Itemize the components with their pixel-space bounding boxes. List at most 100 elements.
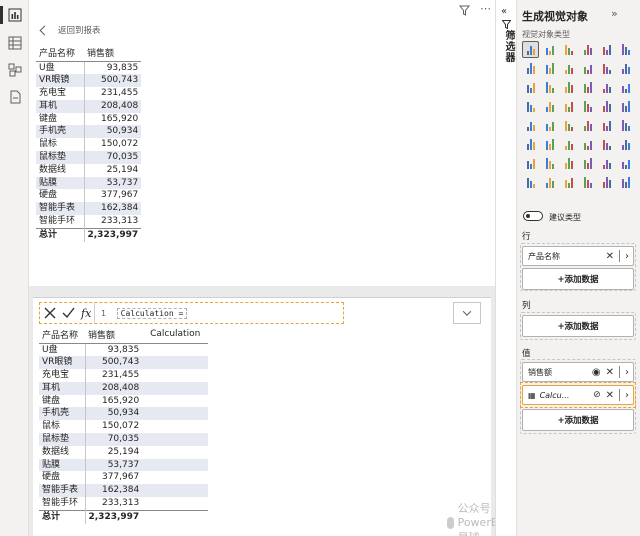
visual-type-icon[interactable] [542,61,557,76]
table-row[interactable]: 鼠标垫 70,035 [36,151,142,164]
visual-type-icon[interactable] [523,61,538,76]
formula-expand-button[interactable] [453,302,481,324]
filter-icon[interactable] [459,5,470,16]
table-row[interactable]: 耳机 208,408 [36,99,142,113]
visual-type-icon[interactable] [561,137,576,152]
back-to-report-link[interactable]: 返回到报表 [39,23,101,37]
visual-type-icon[interactable] [599,80,614,95]
add-data-button[interactable]: +添加数据 [522,268,634,290]
visual-type-icon[interactable] [523,118,538,133]
table-row[interactable]: 耳机 208,408 [39,381,209,395]
fx-icon[interactable]: fx [81,307,91,320]
table-view-icon[interactable] [8,36,22,50]
visual-type-icon[interactable] [542,80,557,95]
visual-type-icon[interactable] [561,156,576,171]
visual-type-icon[interactable] [580,175,595,190]
table-row[interactable]: 手机壳 50,934 [39,407,209,421]
table-row[interactable]: 硬盘 377,967 [36,189,141,203]
visual-type-icon[interactable] [580,118,595,133]
visual-type-icon[interactable] [618,137,633,152]
column-header[interactable]: 产品名称 [36,44,84,62]
remove-icon[interactable]: ✕ [606,251,614,262]
visual-type-icon[interactable] [542,118,557,133]
table-row[interactable]: 鼠标垫 70,035 [39,433,209,446]
visual-type-icon[interactable] [599,175,614,190]
visual-type-icon[interactable] [542,175,557,190]
table-row[interactable]: U盘 93,835 [39,343,208,357]
hidden-eye-icon[interactable]: ⊘ [593,390,601,400]
visual-type-icon[interactable] [523,156,538,171]
table-row[interactable]: 数据线 25,194 [39,445,208,459]
visual-type-icon[interactable] [580,99,595,114]
column-header[interactable]: 销售额 [85,326,143,344]
visual-type-icon[interactable] [618,80,633,95]
table-row[interactable]: 充电宝 231,455 [36,87,141,100]
visual-type-icon[interactable] [542,42,557,57]
table-row[interactable]: 贴膜 53,737 [39,458,209,472]
table-row[interactable]: U盘 93,835 [36,61,141,75]
visual-type-icon[interactable] [618,118,633,133]
table-row[interactable]: 数据线 25,194 [36,163,141,177]
visual-type-icon[interactable] [561,175,576,190]
visual-type-icon[interactable] [523,137,538,152]
visual-type-icon[interactable] [561,118,576,133]
table-row[interactable]: 鼠标 150,072 [36,138,141,152]
visual-type-icon[interactable] [618,42,633,57]
visual-type-icon[interactable] [599,156,614,171]
table-row[interactable]: 鼠标 150,072 [39,420,208,434]
table-row[interactable]: VR眼镜 500,743 [36,74,142,88]
add-data-button[interactable]: +添加数据 [522,315,634,337]
chevron-right-icon[interactable]: › [625,367,629,378]
collapse-pane-icon[interactable]: » [611,7,621,20]
rows-field-pill[interactable]: 产品名称 ✕ › [522,246,634,266]
table-row[interactable]: 硬盘 377,967 [39,471,208,485]
visual-type-icon[interactable] [523,175,538,190]
visual-type-icon[interactable] [599,118,614,133]
visual-type-icon[interactable] [561,80,576,95]
column-header[interactable]: 产品名称 [39,326,85,344]
table-row[interactable]: 充电宝 231,455 [39,369,208,382]
commit-check-icon[interactable] [62,307,75,319]
calculation-field-pill[interactable]: ▦ Calcu... ⊘ ✕ › [522,385,634,405]
dax-query-icon[interactable] [8,90,22,104]
table-row[interactable]: VR眼镜 500,743 [39,356,209,370]
visual-type-icon[interactable] [561,99,576,114]
visual-type-icon[interactable] [599,42,614,57]
column-header[interactable]: Calculation [142,326,209,344]
eye-icon[interactable]: ◉ [592,367,601,378]
table-row[interactable]: 智能手环 233,313 [36,215,141,229]
visual-type-icon[interactable] [618,156,633,171]
visual-type-icon[interactable] [599,137,614,152]
chevron-right-icon[interactable]: › [625,251,629,262]
visual-type-icon[interactable] [522,41,539,58]
visual-type-icon[interactable] [561,61,576,76]
chevron-right-icon[interactable]: › [625,390,629,401]
visual-type-icon[interactable] [523,99,538,114]
visual-type-icon[interactable] [618,99,633,114]
visual-type-icon[interactable] [561,42,576,57]
visual-type-icon[interactable] [618,175,633,190]
visual-type-icon[interactable] [580,61,595,76]
visual-type-icon[interactable] [523,80,538,95]
remove-icon[interactable]: ✕ [606,367,614,378]
filters-pane-collapsed[interactable]: « 筛选器 [495,0,517,536]
add-data-button[interactable]: +添加数据 [522,409,634,431]
report-view-icon[interactable] [8,8,22,22]
remove-icon[interactable]: ✕ [606,390,614,401]
table-row[interactable]: 贴膜 53,737 [36,176,142,190]
column-header[interactable]: 销售额 [84,44,142,62]
table-row[interactable]: 智能手表 162,384 [39,484,209,498]
visual-type-icon[interactable] [542,156,557,171]
visual-type-icon[interactable] [542,99,557,114]
more-options-icon[interactable]: ⋯ [480,2,491,15]
table-row[interactable]: 智能手环 233,313 [39,497,208,511]
table-row[interactable]: 键盘 165,920 [36,112,141,126]
model-view-icon[interactable] [8,63,22,77]
table-row[interactable]: 手机壳 50,934 [36,125,142,139]
formula-editor[interactable]: 1 Calculation = [95,307,188,319]
visual-type-icon[interactable] [580,156,595,171]
visual-type-icon[interactable] [580,42,595,57]
cancel-icon[interactable] [44,307,56,319]
visual-type-icon[interactable] [542,137,557,152]
suggest-type-toggle[interactable] [523,211,543,221]
